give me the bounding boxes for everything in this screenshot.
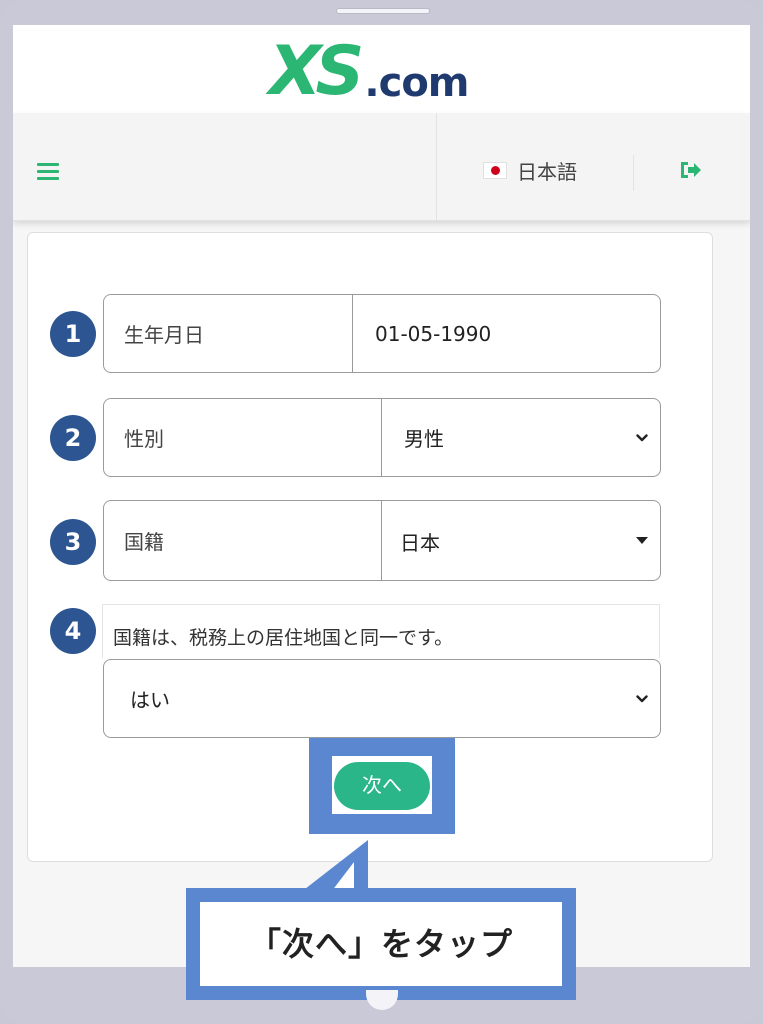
logo-brand: XS bbox=[269, 32, 364, 111]
gender-label: 性別 bbox=[104, 399, 382, 476]
tax-residence-value: はい bbox=[130, 688, 170, 712]
nationality-select[interactable]: 日本 bbox=[382, 501, 440, 580]
step-number-3: 3 bbox=[50, 519, 96, 565]
chevron-down-icon bbox=[636, 694, 648, 702]
logo-bar: XS .com bbox=[13, 25, 750, 113]
language-selector[interactable]: 日本語 bbox=[483, 157, 577, 184]
next-button[interactable]: 次へ bbox=[334, 762, 430, 810]
gender-select[interactable]: 男性 bbox=[382, 399, 444, 476]
tablet-speaker bbox=[336, 8, 430, 14]
hamburger-menu-icon[interactable] bbox=[37, 163, 59, 180]
step-number-4: 4 bbox=[50, 608, 96, 654]
xs-logo[interactable]: XS .com bbox=[269, 32, 469, 111]
language-label: 日本語 bbox=[517, 159, 577, 184]
tablet-home-button bbox=[366, 990, 398, 1010]
gender-field[interactable]: 性別 男性 bbox=[103, 398, 661, 477]
logout-icon[interactable] bbox=[678, 159, 702, 181]
caret-down-icon bbox=[636, 536, 648, 544]
nationality-label: 国籍 bbox=[104, 501, 382, 580]
tablet-frame: XS .com 日本語 1 生年月日 01-05-1990 2 性別 男性 3 … bbox=[0, 0, 763, 1024]
birthdate-field[interactable]: 生年月日 01-05-1990 bbox=[103, 294, 661, 373]
instruction-callout-text: 「次へ」をタップ bbox=[200, 902, 562, 986]
japan-flag-icon bbox=[483, 161, 507, 179]
tax-residence-question: 国籍は、税務上の居住地国と同一です。 bbox=[102, 604, 660, 658]
chevron-down-icon bbox=[636, 433, 648, 441]
birthdate-label: 生年月日 bbox=[104, 295, 353, 372]
step-number-2: 2 bbox=[50, 415, 96, 461]
nav-divider bbox=[436, 113, 437, 221]
step-number-1: 1 bbox=[50, 311, 96, 357]
birthdate-input[interactable]: 01-05-1990 bbox=[353, 295, 491, 372]
logo-suffix: .com bbox=[364, 60, 469, 106]
tax-residence-select[interactable]: はい bbox=[103, 659, 661, 738]
nav-divider bbox=[633, 155, 634, 191]
navbar: 日本語 bbox=[13, 113, 750, 221]
nationality-field[interactable]: 国籍 日本 bbox=[103, 500, 661, 581]
